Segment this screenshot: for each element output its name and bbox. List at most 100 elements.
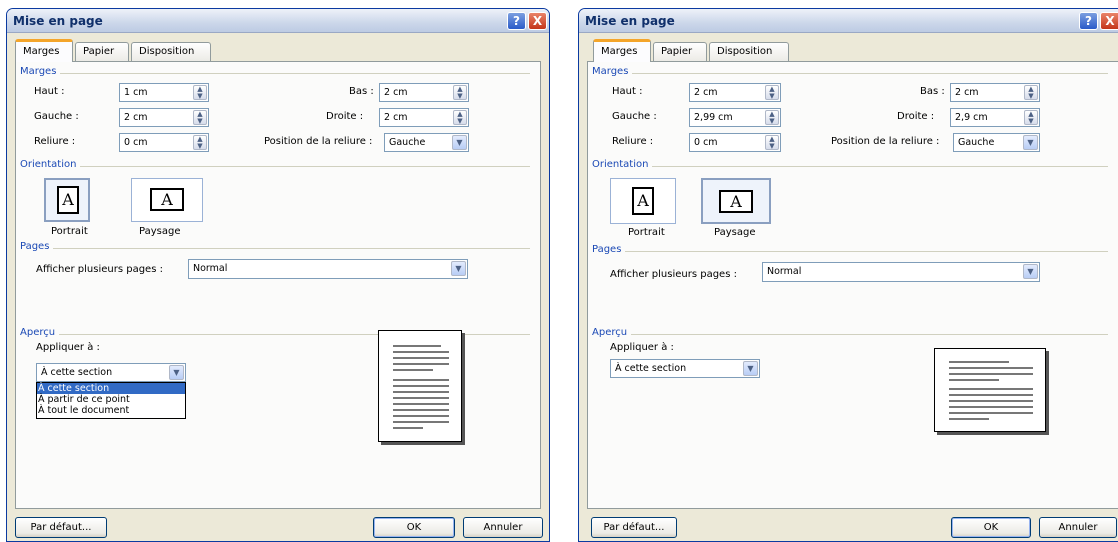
spin-arrows-icon[interactable]: ▲▼ bbox=[193, 135, 207, 150]
droite-value: 2 cm bbox=[384, 112, 408, 123]
apply-to-label: Appliquer à : bbox=[610, 342, 674, 353]
tab-papier[interactable]: Papier bbox=[653, 42, 707, 61]
default-button[interactable]: Par défaut... bbox=[15, 517, 107, 538]
close-button[interactable]: X bbox=[528, 12, 547, 30]
multi-pages-label: Afficher plusieurs pages : bbox=[36, 264, 163, 275]
position-reliure-select[interactable]: Gauche ▼ bbox=[953, 133, 1040, 152]
chevron-down-icon[interactable]: ▼ bbox=[451, 261, 466, 276]
droite-label: Droite : bbox=[326, 111, 363, 122]
apply-option-tout-le-document[interactable]: À tout le document bbox=[37, 405, 185, 416]
bas-spinner[interactable]: 2 cm ▲▼ bbox=[950, 83, 1040, 102]
orientation-section-title: Orientation bbox=[592, 159, 652, 170]
apply-to-select[interactable]: À cette section ▼ bbox=[610, 359, 760, 378]
paysage-option[interactable]: A bbox=[131, 178, 203, 222]
spin-arrows-icon[interactable]: ▲▼ bbox=[193, 110, 207, 125]
apply-option-partir-de-ce-point[interactable]: À partir de ce point bbox=[37, 394, 185, 405]
multi-pages-value: Normal bbox=[193, 263, 227, 274]
haut-value: 1 cm bbox=[124, 87, 148, 98]
droite-spinner[interactable]: 2,9 cm ▲▼ bbox=[950, 108, 1040, 127]
margins-section: Marges bbox=[20, 66, 530, 78]
ok-button[interactable]: OK bbox=[951, 517, 1031, 538]
apply-option-cette-section[interactable]: À cette section bbox=[37, 383, 185, 394]
tab-disposition[interactable]: Disposition bbox=[709, 42, 789, 61]
page-setup-dialog-left: Mise en page ? X Marges Papier Dispositi… bbox=[6, 8, 550, 542]
chevron-down-icon[interactable]: ▼ bbox=[1023, 135, 1038, 150]
gauche-spinner[interactable]: 2,99 cm ▲▼ bbox=[689, 108, 781, 127]
droite-spinner[interactable]: 2 cm ▲▼ bbox=[379, 108, 469, 127]
haut-label: Haut : bbox=[34, 86, 64, 97]
page-preview bbox=[934, 348, 1046, 432]
preview-line bbox=[949, 406, 1033, 408]
position-reliure-select[interactable]: Gauche ▼ bbox=[384, 133, 469, 152]
preview-line bbox=[393, 403, 449, 405]
spin-arrows-icon[interactable]: ▲▼ bbox=[453, 85, 467, 100]
paysage-option[interactable]: A bbox=[701, 178, 771, 224]
gauche-value: 2 cm bbox=[124, 112, 148, 123]
gauche-spinner[interactable]: 2 cm ▲▼ bbox=[119, 108, 209, 127]
apply-to-value: À cette section bbox=[41, 367, 112, 378]
tab-strip: Marges Papier Disposition bbox=[587, 39, 1110, 61]
droite-value: 2,9 cm bbox=[955, 112, 988, 123]
title-bar[interactable]: Mise en page ? X bbox=[7, 9, 549, 33]
help-button[interactable]: ? bbox=[1079, 12, 1098, 30]
spin-arrows-icon[interactable]: ▲▼ bbox=[193, 85, 207, 100]
haut-spinner[interactable]: 1 cm ▲▼ bbox=[119, 83, 209, 102]
portrait-option[interactable]: A bbox=[44, 178, 90, 222]
multi-pages-select[interactable]: Normal ▼ bbox=[188, 259, 468, 279]
margins-section-title: Marges bbox=[20, 66, 60, 77]
chevron-down-icon[interactable]: ▼ bbox=[1023, 264, 1038, 279]
preview-line bbox=[393, 357, 449, 359]
help-button[interactable]: ? bbox=[507, 12, 526, 30]
reliure-value: 0 cm bbox=[694, 137, 718, 148]
preview-line bbox=[949, 388, 1033, 390]
default-button[interactable]: Par défaut... bbox=[591, 517, 677, 538]
preview-line bbox=[393, 363, 449, 365]
spin-arrows-icon[interactable]: ▲▼ bbox=[765, 85, 779, 100]
tab-disposition[interactable]: Disposition bbox=[131, 42, 211, 61]
tab-panel-marges: Marges Haut : 2 cm ▲▼ Gauche : 2,99 cm ▲… bbox=[587, 61, 1118, 509]
margins-section-title: Marges bbox=[592, 66, 632, 77]
gauche-value: 2,99 cm bbox=[694, 112, 733, 123]
tab-marges[interactable]: Marges bbox=[593, 39, 651, 62]
spin-arrows-icon[interactable]: ▲▼ bbox=[1024, 110, 1038, 125]
cancel-button[interactable]: Annuler bbox=[1039, 517, 1117, 538]
spin-arrows-icon[interactable]: ▲▼ bbox=[1024, 85, 1038, 100]
gauche-label: Gauche : bbox=[612, 111, 657, 122]
haut-value: 2 cm bbox=[694, 87, 718, 98]
gauche-label: Gauche : bbox=[34, 111, 79, 122]
spin-arrows-icon[interactable]: ▲▼ bbox=[765, 135, 779, 150]
haut-label: Haut : bbox=[612, 86, 642, 97]
portrait-page-icon: A bbox=[57, 186, 79, 214]
portrait-page-icon: A bbox=[632, 187, 654, 215]
reliure-spinner[interactable]: 0 cm ▲▼ bbox=[119, 133, 209, 152]
orientation-section-title: Orientation bbox=[20, 159, 80, 170]
multi-pages-select[interactable]: Normal ▼ bbox=[762, 262, 1040, 282]
chevron-down-icon[interactable]: ▼ bbox=[452, 135, 467, 150]
preview-line bbox=[949, 418, 989, 420]
reliure-spinner[interactable]: 0 cm ▲▼ bbox=[689, 133, 781, 152]
title-bar[interactable]: Mise en page ? X bbox=[579, 9, 1118, 33]
preview-line bbox=[393, 385, 449, 387]
multi-pages-label: Afficher plusieurs pages : bbox=[610, 269, 737, 280]
ok-button[interactable]: OK bbox=[373, 517, 455, 538]
apply-to-select[interactable]: À cette section ▼ bbox=[36, 363, 186, 382]
position-reliure-value: Gauche bbox=[389, 137, 425, 148]
chevron-down-icon[interactable]: ▼ bbox=[169, 365, 184, 380]
paysage-label: Paysage bbox=[139, 226, 180, 237]
close-button[interactable]: X bbox=[1100, 12, 1118, 30]
preview-line bbox=[393, 351, 449, 353]
haut-spinner[interactable]: 2 cm ▲▼ bbox=[689, 83, 781, 102]
tab-papier[interactable]: Papier bbox=[75, 42, 129, 61]
cancel-button[interactable]: Annuler bbox=[463, 517, 543, 538]
preview-line bbox=[949, 367, 1033, 369]
preview-line bbox=[393, 397, 449, 399]
spin-arrows-icon[interactable]: ▲▼ bbox=[453, 110, 467, 125]
dialog-title: Mise en page bbox=[13, 14, 103, 28]
pages-section-title: Pages bbox=[592, 244, 625, 255]
tab-marges[interactable]: Marges bbox=[15, 39, 73, 62]
chevron-down-icon[interactable]: ▼ bbox=[743, 361, 758, 376]
apply-to-value: À cette section bbox=[615, 363, 686, 374]
bas-spinner[interactable]: 2 cm ▲▼ bbox=[379, 83, 469, 102]
portrait-option[interactable]: A bbox=[610, 178, 676, 224]
spin-arrows-icon[interactable]: ▲▼ bbox=[765, 110, 779, 125]
